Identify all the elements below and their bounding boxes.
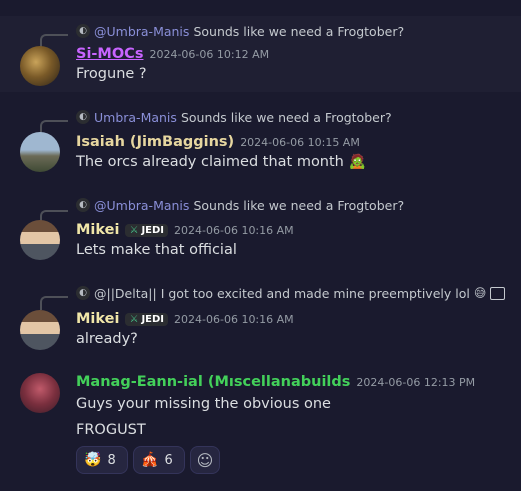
reply-avatar-icon: ◐ [76,110,90,124]
add-reaction-icon: ☺ [196,450,214,470]
message-text: already? [76,331,138,347]
reaction-count: 8 [107,452,116,468]
message-si-mocs[interactable]: ◐ @Umbra-Manis Sounds like we need a Fro… [0,16,521,92]
reply-author[interactable]: @||Delta|| [94,286,157,301]
reply-avatar-icon: ◐ [76,24,90,38]
circus-tent-emoji-icon: 🎪 [141,452,159,468]
role-badge[interactable]: ⚔ JEDI [125,223,169,237]
message-text: Guys your missing the obvious one [76,396,331,412]
username[interactable]: Isaiah (JimBaggins) [76,134,234,150]
sweat-smile-emoji-icon: 😅 [473,286,487,300]
reply-text[interactable]: Sounds like we need a Frogtober? [193,24,404,39]
reaction-circus[interactable]: 🎪 6 [133,446,185,474]
message-text-row: The orcs already claimed that month 🧟 [76,154,366,170]
role-badge-label: JEDI [141,313,165,325]
timestamp: 2024-06-06 12:13 PM [356,375,476,389]
message-text-2: FROGUST [76,422,146,438]
zombie-emoji-icon[interactable]: 🧟 [348,154,365,170]
message-text: Frogune ? [76,66,147,82]
sword-icon: ⚔ [129,313,139,325]
message-header: Si-MOCs 2024-06-06 10:12 AM [76,44,269,64]
sword-icon: ⚔ [129,224,139,236]
role-badge-label: JEDI [141,224,165,236]
reply-preview[interactable]: ◐ @Umbra-Manis Sounds like we need a Fro… [76,196,404,214]
reply-text[interactable]: Sounds like we need a Frogtober? [181,110,392,125]
reply-connector [40,296,68,310]
timestamp: 2024-06-06 10:12 AM [149,47,270,61]
reply-author[interactable]: Umbra-Manis [94,110,177,125]
mind-blown-emoji-icon: 🤯 [84,452,102,468]
message-header: Manag-Eann-ial (Mıscellanabuilds 2024-06… [76,372,475,392]
reply-preview[interactable]: ◐ @Umbra-Manis Sounds like we need a Fro… [76,22,404,40]
message-header: Mikei ⚔ JEDI 2024-06-06 10:16 AM [76,220,294,240]
avatar[interactable] [20,132,60,172]
username[interactable]: Manag-Eann-ial (Mıscellanabuilds [76,374,350,390]
message-isaiah[interactable]: ◐ Umbra-Manis Sounds like we need a Frog… [0,104,521,180]
reply-preview[interactable]: ◐ @||Delta|| I got too excited and made … [76,284,506,302]
username[interactable]: Mikei [76,311,119,327]
message-manag-eann-ial[interactable]: Manag-Eann-ial (Mıscellanabuilds 2024-06… [0,366,521,484]
reply-author[interactable]: @Umbra-Manis [94,198,189,213]
reply-avatar-icon: ◐ [76,198,90,212]
image-icon [490,286,506,300]
message-mikei-2[interactable]: ◐ @||Delta|| I got too excited and made … [0,280,521,356]
username[interactable]: Si-MOCs [76,46,143,62]
role-badge[interactable]: ⚔ JEDI [125,312,169,326]
message-text: Lets make that official [76,242,237,258]
timestamp: 2024-06-06 10:16 AM [174,312,294,326]
message-mikei-1[interactable]: ◐ @Umbra-Manis Sounds like we need a Fro… [0,194,521,270]
message-header: Mikei ⚔ JEDI 2024-06-06 10:16 AM [76,309,294,329]
reply-text[interactable]: Sounds like we need a Frogtober? [193,198,404,213]
message-header: Isaiah (JimBaggins) 2024-06-06 10:15 AM [76,132,360,152]
message-text: The orcs already claimed that month [76,154,344,170]
avatar[interactable] [20,46,60,86]
username[interactable]: Mikei [76,222,119,238]
avatar[interactable] [20,373,60,413]
reply-text[interactable]: I got too excited and made mine preempti… [161,286,470,301]
add-reaction-button[interactable]: ☺ [190,446,220,474]
timestamp: 2024-06-06 10:16 AM [174,223,294,237]
avatar[interactable] [20,220,60,260]
avatar[interactable] [20,310,60,350]
reaction-count: 6 [164,452,173,468]
reply-avatar-icon: ◐ [76,286,90,300]
timestamp: 2024-06-06 10:15 AM [240,135,360,149]
reply-preview[interactable]: ◐ Umbra-Manis Sounds like we need a Frog… [76,108,392,126]
reaction-mind-blown[interactable]: 🤯 8 [76,446,128,474]
reply-author[interactable]: @Umbra-Manis [94,24,189,39]
